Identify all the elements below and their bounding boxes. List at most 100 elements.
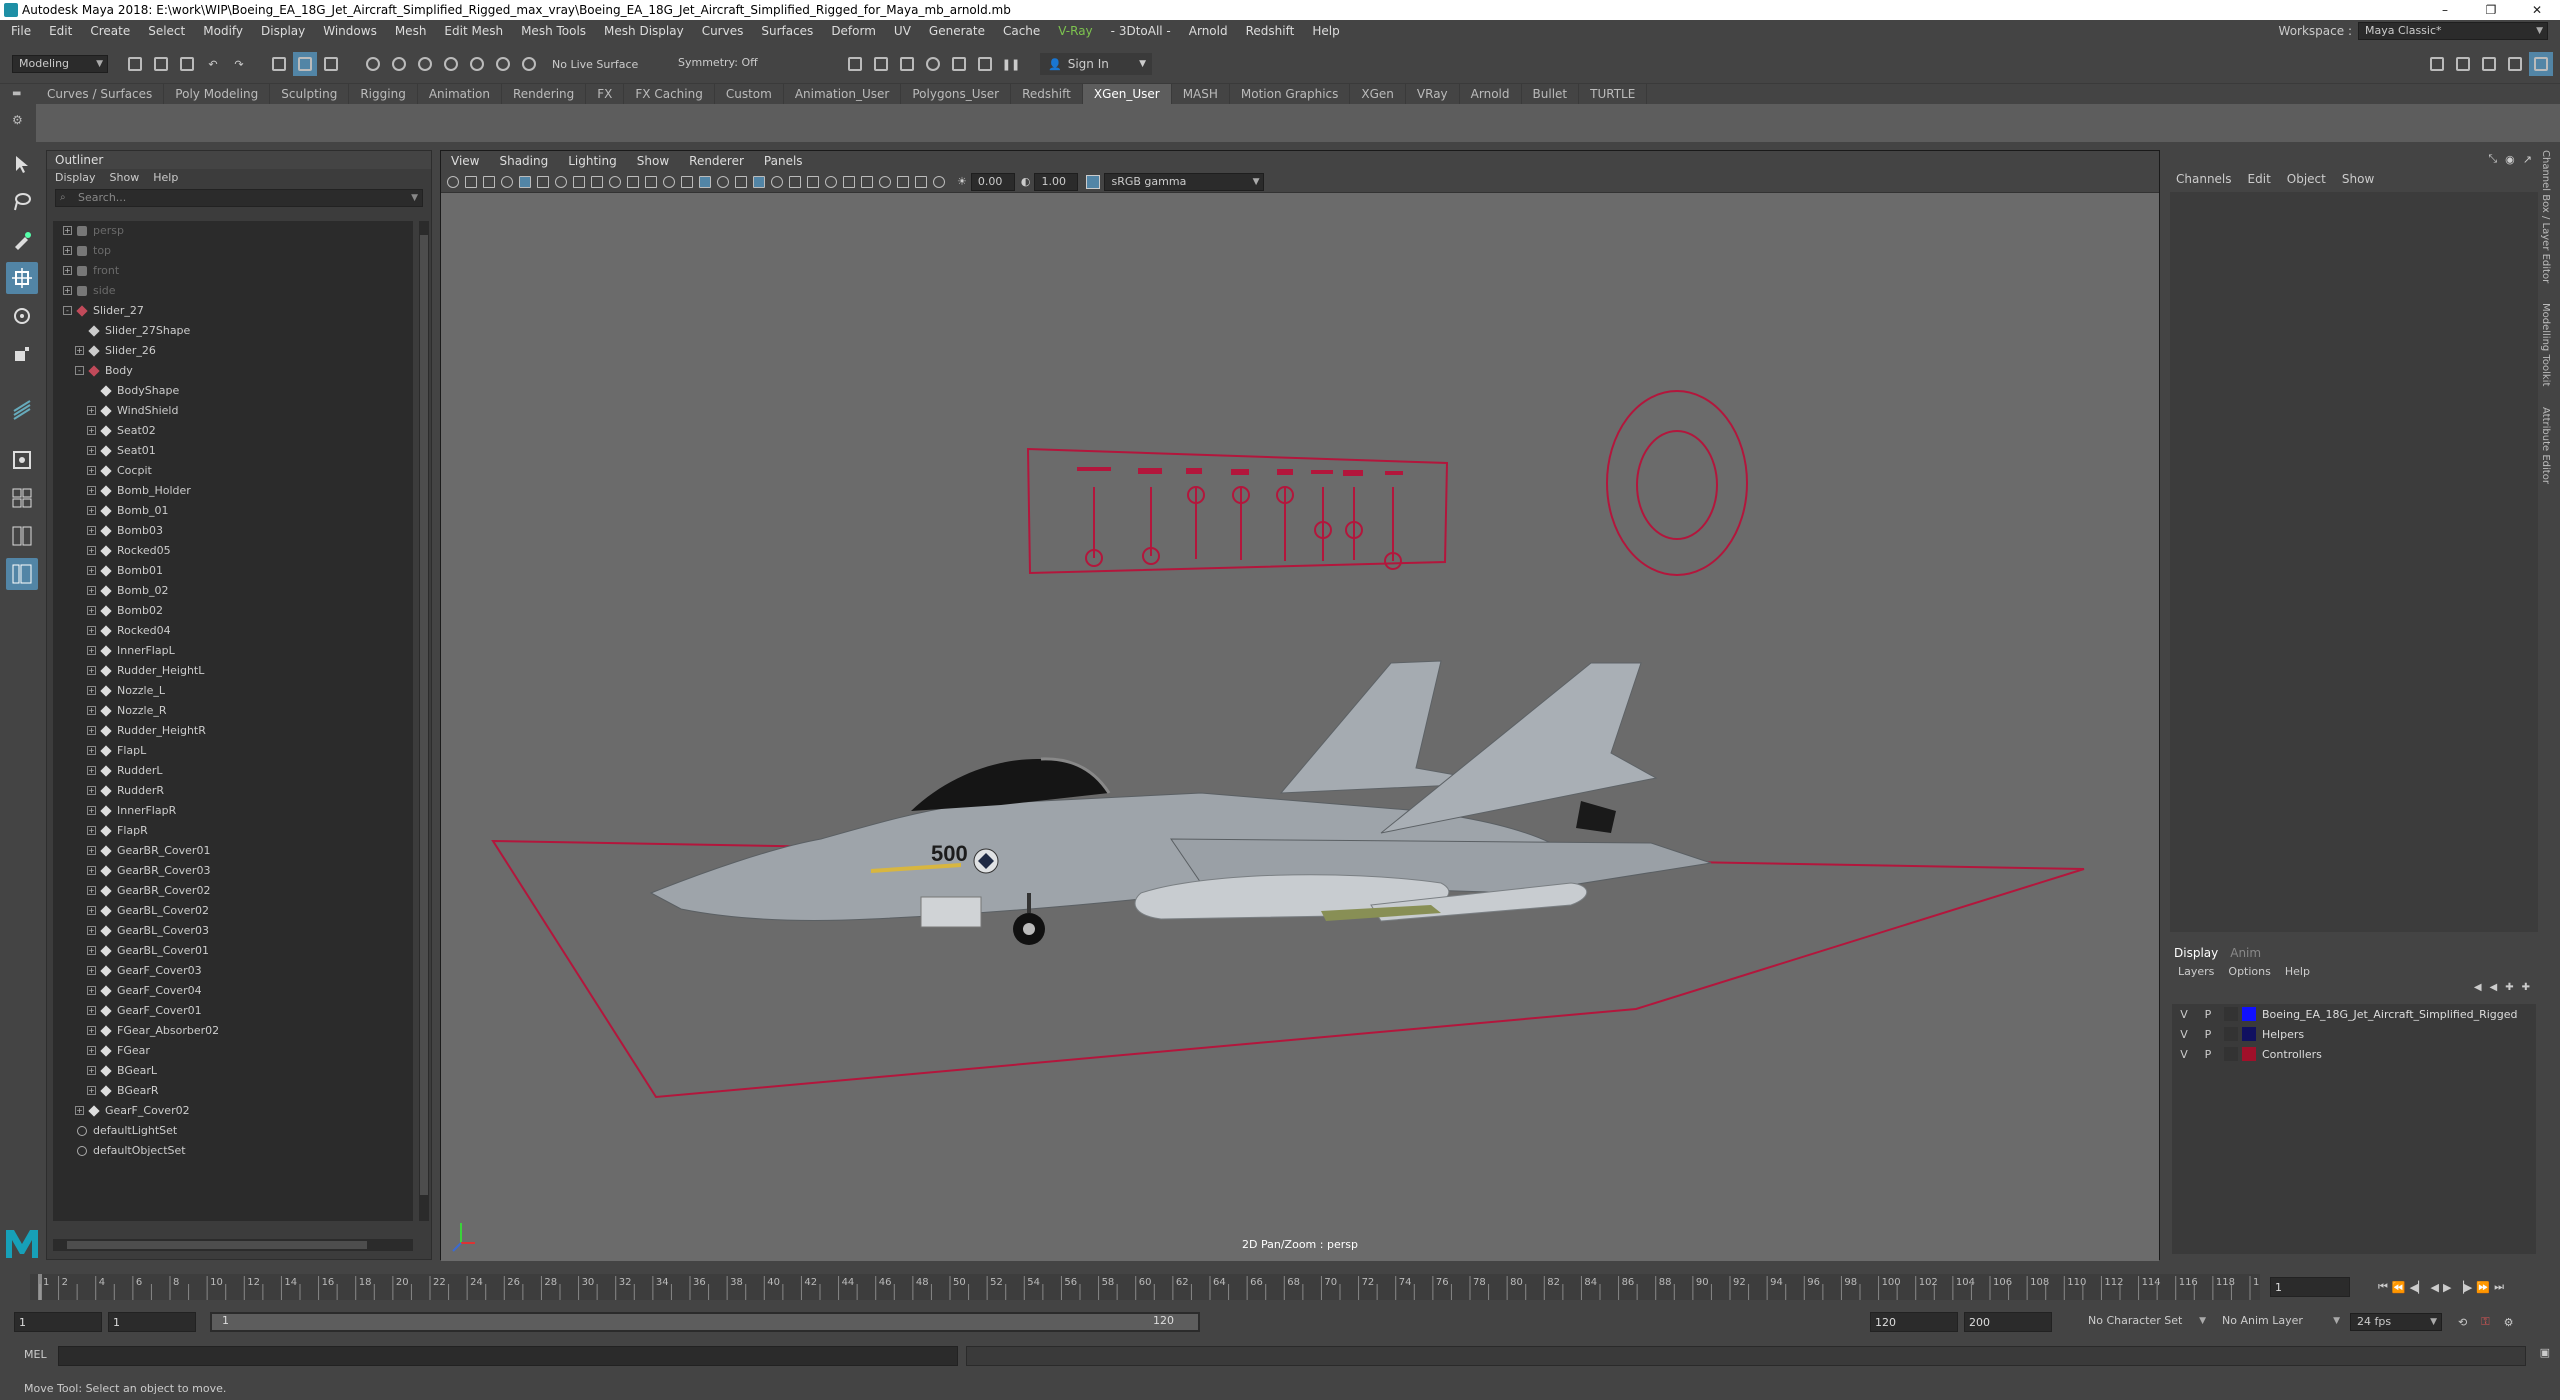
expand-icon[interactable]: + xyxy=(75,346,84,355)
grid-icon[interactable] xyxy=(555,175,567,188)
bookmarks-icon[interactable] xyxy=(483,175,495,188)
scale-tool-icon[interactable] xyxy=(6,338,38,370)
outliner-item[interactable]: BodyShape xyxy=(53,381,413,401)
magnet-icon[interactable] xyxy=(517,52,541,76)
wireframe-icon[interactable] xyxy=(681,175,693,188)
last-tool-icon[interactable] xyxy=(6,394,38,426)
anim-layer-dropdown[interactable]: No Anim Layer ▼ xyxy=(2216,1313,2344,1331)
menu-arnold[interactable]: Arnold xyxy=(1180,20,1237,42)
expand-icon[interactable]: + xyxy=(87,646,96,655)
go-to-end-icon[interactable]: ⏭ xyxy=(2494,1280,2504,1294)
outliner-item[interactable]: Slider_27Shape xyxy=(53,321,413,341)
view-transform-dropdown[interactable]: sRGB gamma ▼ xyxy=(1104,172,1265,191)
outliner-item[interactable]: + GearF_Cover02 xyxy=(53,1101,413,1121)
channel-box-toggle-icon[interactable] xyxy=(2503,52,2527,76)
expand-icon[interactable]: + xyxy=(87,1066,96,1075)
menu-windows[interactable]: Windows xyxy=(314,20,386,42)
expand-icon[interactable]: + xyxy=(87,1006,96,1015)
play-backwards-icon[interactable]: ◀ xyxy=(2431,1281,2439,1294)
layer-tab-anim[interactable]: Anim xyxy=(2230,944,2261,962)
close-button[interactable]: ✕ xyxy=(2514,0,2560,20)
expand-icon[interactable]: + xyxy=(63,266,72,275)
isolate-select-icon[interactable] xyxy=(879,175,891,188)
expand-icon[interactable]: + xyxy=(87,486,96,495)
menu-select[interactable]: Select xyxy=(139,20,194,42)
expand-icon[interactable]: + xyxy=(87,866,96,875)
tool-settings-toggle-icon[interactable] xyxy=(2477,52,2501,76)
workspace-dropdown[interactable]: Maya Classic* ▼ xyxy=(2358,22,2548,40)
smooth-shade-icon[interactable] xyxy=(699,175,711,188)
outliner-item[interactable]: + Bomb_02 xyxy=(53,581,413,601)
layer-move-up-icon[interactable]: ◀ xyxy=(2474,982,2482,993)
expand-icon[interactable]: + xyxy=(87,806,96,815)
snap-surface-icon[interactable] xyxy=(465,52,489,76)
shelf-tab-bullet[interactable]: Bullet xyxy=(1522,84,1580,104)
layer-menu-options[interactable]: Options xyxy=(2228,964,2270,980)
range-start-handle[interactable]: 1 xyxy=(222,1314,229,1327)
outliner-search-field[interactable]: ⌕ Search... ▼ xyxy=(55,189,423,207)
character-set-dropdown[interactable]: No Character Set ▼ xyxy=(2082,1313,2210,1331)
expand-icon[interactable]: + xyxy=(87,606,96,615)
outliner-item[interactable]: + side xyxy=(53,281,413,301)
snap-point-icon[interactable] xyxy=(413,52,437,76)
vray-render-icon[interactable] xyxy=(973,52,997,76)
viewport-menu-view[interactable]: View xyxy=(441,151,489,171)
expand-icon[interactable]: + xyxy=(87,726,96,735)
shelf-tab-redshift[interactable]: Redshift xyxy=(1011,84,1083,104)
side-tab-modelling-toolkit[interactable]: Modelling Toolkit xyxy=(2540,303,2551,386)
layer-row[interactable]: V P Boeing_EA_18G_Jet_Aircraft_Simplified_… xyxy=(2172,1004,2536,1024)
outliner-item[interactable]: + Rocked04 xyxy=(53,621,413,641)
collapse-icon[interactable]: - xyxy=(75,366,84,375)
menu-curves[interactable]: Curves xyxy=(693,20,753,42)
channel-menu-channels[interactable]: Channels xyxy=(2176,170,2232,188)
playback-start-field[interactable] xyxy=(108,1312,196,1332)
move-tool-icon[interactable] xyxy=(6,262,38,294)
menuset-dropdown[interactable]: Modeling ▼ xyxy=(12,55,108,73)
menu-edit-mesh[interactable]: Edit Mesh xyxy=(435,20,512,42)
expand-icon[interactable]: + xyxy=(87,766,96,775)
shelf-tab-vray[interactable]: VRay xyxy=(1406,84,1460,104)
expand-icon[interactable]: + xyxy=(87,886,96,895)
viewport-menu-shading[interactable]: Shading xyxy=(489,151,558,171)
snap-view-icon[interactable] xyxy=(439,52,463,76)
outliner-item[interactable]: + BGearL xyxy=(53,1061,413,1081)
expand-icon[interactable]: + xyxy=(87,626,96,635)
layer-menu-help[interactable]: Help xyxy=(2285,964,2310,980)
outliner-item[interactable]: + FlapR xyxy=(53,821,413,841)
play-forwards-icon[interactable]: ▶ xyxy=(2443,1281,2451,1294)
sign-in-button[interactable]: 👤 Sign In ▼ xyxy=(1040,53,1152,75)
outliner-item[interactable]: + InnerFlapR xyxy=(53,801,413,821)
menu-uv[interactable]: UV xyxy=(885,20,920,42)
four-view-icon[interactable] xyxy=(6,482,38,514)
shadows-icon[interactable] xyxy=(789,175,801,188)
paint-select-tool-icon[interactable] xyxy=(6,224,38,256)
redo-icon[interactable]: ↷ xyxy=(227,52,251,76)
menu-edit[interactable]: Edit xyxy=(40,20,81,42)
outliner-item[interactable]: + Rudder_HeightL xyxy=(53,661,413,681)
auto-key-icon[interactable]: ⚿ xyxy=(2481,1315,2489,1329)
expand-icon[interactable]: + xyxy=(87,906,96,915)
save-scene-icon[interactable] xyxy=(175,52,199,76)
layer-visibility-toggle[interactable]: V xyxy=(2172,1028,2196,1041)
use-default-material-icon[interactable] xyxy=(717,175,729,188)
layer-playback-toggle[interactable]: P xyxy=(2196,1028,2220,1041)
expand-icon[interactable]: + xyxy=(75,1106,84,1115)
expand-icon[interactable]: + xyxy=(87,506,96,515)
expand-icon[interactable]: + xyxy=(87,1026,96,1035)
open-scene-icon[interactable] xyxy=(149,52,173,76)
layer-row[interactable]: V P Controllers xyxy=(2172,1044,2536,1064)
script-editor-icon[interactable]: ▣ xyxy=(2540,1346,2550,1359)
resolution-gate-icon[interactable] xyxy=(591,175,603,188)
expand-icon[interactable]: + xyxy=(87,466,96,475)
field-chart-icon[interactable] xyxy=(627,175,639,188)
render-frame-icon[interactable] xyxy=(843,52,867,76)
shelf-menu-icon[interactable]: ▬ xyxy=(12,88,26,99)
pause-icon[interactable]: ❚❚ xyxy=(999,52,1023,76)
outliner-item[interactable]: + GearF_Cover01 xyxy=(53,1001,413,1021)
command-input[interactable] xyxy=(58,1346,958,1366)
outliner-item[interactable]: + FGear_Absorber02 xyxy=(53,1021,413,1041)
outliner-item[interactable]: + GearBR_Cover01 xyxy=(53,841,413,861)
expand-icon[interactable]: + xyxy=(87,746,96,755)
snap-grid-icon[interactable] xyxy=(361,52,385,76)
menu-redshift[interactable]: Redshift xyxy=(1237,20,1304,42)
